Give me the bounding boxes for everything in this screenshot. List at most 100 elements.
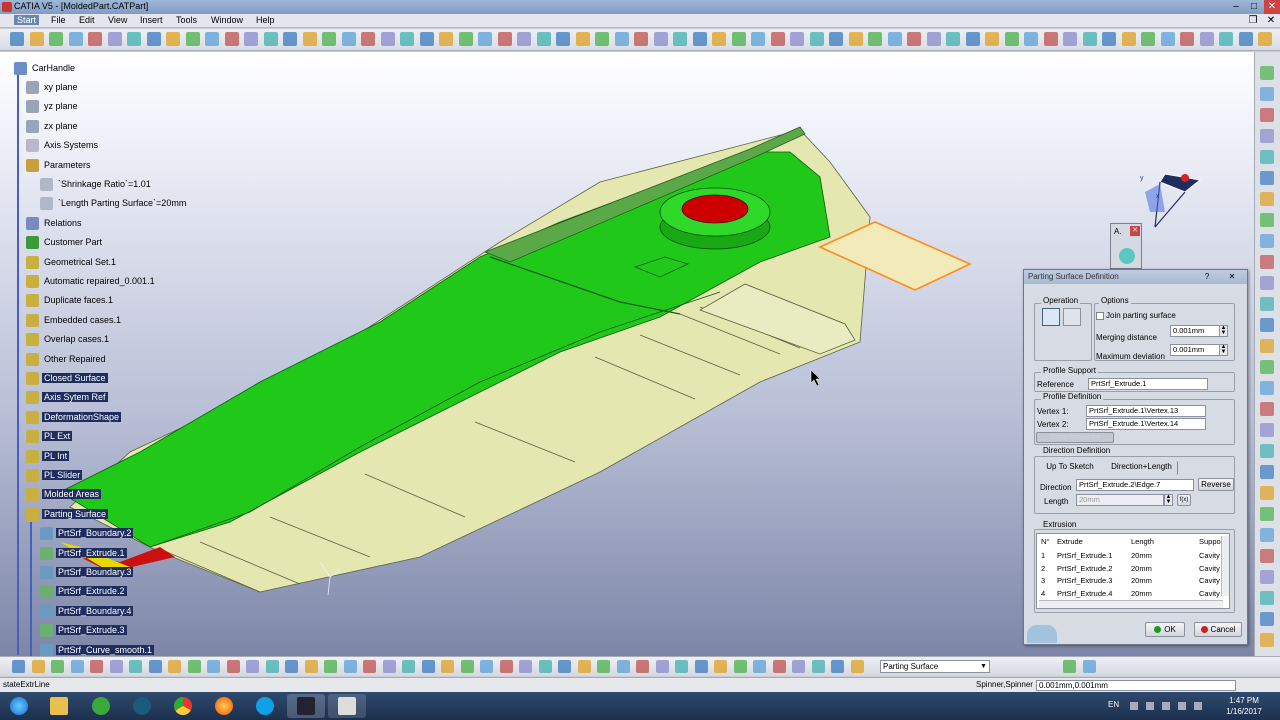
- toolbar-tool-icon[interactable]: [1260, 381, 1274, 395]
- toolbar-tool-icon[interactable]: [207, 660, 220, 673]
- toolbar-tool-icon[interactable]: [712, 32, 726, 46]
- table-cell[interactable]: 3: [1041, 576, 1045, 585]
- toolbar-tool-icon[interactable]: [946, 32, 960, 46]
- toolbar-tool-icon[interactable]: [303, 32, 317, 46]
- dialog-close-button[interactable]: ✕: [1224, 270, 1240, 284]
- toolbar-tool-icon[interactable]: [558, 660, 571, 673]
- toolbar-tool-icon[interactable]: [32, 660, 45, 673]
- toolbar-tool-icon[interactable]: [1024, 32, 1038, 46]
- toolbar-tool-icon[interactable]: [1063, 32, 1077, 46]
- toolbar-tool-icon[interactable]: [812, 660, 825, 673]
- toolbar-tool-icon[interactable]: [225, 32, 239, 46]
- toolbar-tool-icon[interactable]: [732, 32, 746, 46]
- toolbar-tool-icon[interactable]: [186, 32, 200, 46]
- toolbar-tool-icon[interactable]: [1260, 402, 1274, 416]
- mini-panel-close-icon[interactable]: ✕: [1130, 226, 1140, 236]
- table-cell[interactable]: Cavity: [1199, 564, 1220, 573]
- toolbar-tool-icon[interactable]: [868, 32, 882, 46]
- toolbar-tool-icon[interactable]: [1219, 32, 1233, 46]
- toolbar-tool-icon[interactable]: [966, 32, 980, 46]
- complementary-button[interactable]: Complementary: [1036, 432, 1114, 443]
- toolbar-tool-icon[interactable]: [617, 660, 630, 673]
- toolbar-tool-icon[interactable]: [1260, 612, 1274, 626]
- cancel-button[interactable]: Cancel: [1194, 622, 1242, 637]
- clock[interactable]: 1:47 PM 1/16/2017: [1222, 695, 1266, 717]
- toolbar-tool-icon[interactable]: [188, 660, 201, 673]
- volume-icon[interactable]: [1178, 702, 1186, 710]
- table-cell[interactable]: PrtSrf_Extrude.2: [1057, 564, 1112, 573]
- menu-window[interactable]: Window: [211, 15, 243, 25]
- max-deviation-spinner[interactable]: ▲ ▼: [1219, 344, 1228, 356]
- toolbar-tool-icon[interactable]: [12, 660, 25, 673]
- toolbar-tool-icon[interactable]: [1260, 591, 1274, 605]
- toolbar-tool-icon[interactable]: [1260, 276, 1274, 290]
- toolbar-tool-icon[interactable]: [498, 32, 512, 46]
- toolbar-tool-icon[interactable]: [1260, 549, 1274, 563]
- menu-view[interactable]: View: [108, 15, 127, 25]
- toolbar-tool-icon[interactable]: [1260, 129, 1274, 143]
- toolbar-tool-icon[interactable]: [459, 32, 473, 46]
- taskbar-catia[interactable]: [287, 694, 325, 718]
- toolbar-tool-icon[interactable]: [1260, 234, 1274, 248]
- toolbar-tool-icon[interactable]: [1260, 255, 1274, 269]
- toolbar-tool-icon[interactable]: [636, 660, 649, 673]
- toolbar-tool-icon[interactable]: [322, 32, 336, 46]
- taskbar-firefox[interactable]: [205, 694, 243, 718]
- table-cell[interactable]: 20mm: [1131, 589, 1152, 598]
- toolbar-tool-icon[interactable]: [831, 660, 844, 673]
- workbench-combo[interactable]: Parting Surface ▼: [880, 660, 990, 673]
- table-cell[interactable]: 4: [1041, 589, 1045, 598]
- windows-start-button[interactable]: [0, 694, 38, 718]
- toolbar-tool-icon[interactable]: [439, 32, 453, 46]
- toolbar-tool-icon[interactable]: [1260, 150, 1274, 164]
- toolbar-tool-icon[interactable]: [1260, 297, 1274, 311]
- mini-panel-tool-icon[interactable]: [1119, 248, 1135, 264]
- toolbar-tool-icon[interactable]: [363, 660, 376, 673]
- toolbar-tool-icon[interactable]: [907, 32, 921, 46]
- table-cell[interactable]: PrtSrf_Extrude.4: [1057, 589, 1112, 598]
- toolbar-tool-icon[interactable]: [753, 660, 766, 673]
- toolbar-tool-icon[interactable]: [1102, 32, 1116, 46]
- toolbar-tool-icon[interactable]: [422, 660, 435, 673]
- table-cell[interactable]: PrtSrf_Extrude.3: [1057, 576, 1112, 585]
- toolbar-tool-icon[interactable]: [324, 660, 337, 673]
- toolbar-tool-icon[interactable]: [441, 660, 454, 673]
- toolbar-tool-icon[interactable]: [344, 660, 357, 673]
- toolbar-tool-icon[interactable]: [1260, 339, 1274, 353]
- toolbar-tool-icon[interactable]: [342, 32, 356, 46]
- toolbar-tool-icon[interactable]: [127, 32, 141, 46]
- toolbar-tool-icon[interactable]: [305, 660, 318, 673]
- vertex1-input[interactable]: PrtSrf_Extrude.1\Vertex.13: [1086, 405, 1206, 417]
- operation-extrude-icon[interactable]: [1042, 308, 1060, 326]
- length-spinner[interactable]: ▲ ▼: [1164, 494, 1173, 506]
- tray-icon-2[interactable]: [1146, 702, 1154, 710]
- toolbar-tool-icon[interactable]: [149, 660, 162, 673]
- toolbar-tool-icon[interactable]: [1083, 32, 1097, 46]
- toolbar-tool-icon[interactable]: [1258, 32, 1272, 46]
- table-cell[interactable]: PrtSrf_Extrude.1: [1057, 551, 1112, 560]
- toolbar-tool-icon[interactable]: [1260, 570, 1274, 584]
- table-cell[interactable]: Cavity: [1199, 551, 1220, 560]
- table-cell[interactable]: 2: [1041, 564, 1045, 573]
- toolbar-tool-icon[interactable]: [1260, 360, 1274, 374]
- toolbar-tool-icon[interactable]: [792, 660, 805, 673]
- toolbar-tool-icon[interactable]: [1141, 32, 1155, 46]
- menu-tools[interactable]: Tools: [176, 15, 197, 25]
- toolbar-tool-icon[interactable]: [381, 32, 395, 46]
- table-horizontal-scrollbar[interactable]: [1039, 600, 1223, 608]
- toolbar-tool-icon[interactable]: [693, 32, 707, 46]
- tray-icon-1[interactable]: [1130, 702, 1138, 710]
- toolbar-tool-icon[interactable]: [420, 32, 434, 46]
- toolbar-tool-icon[interactable]: [517, 32, 531, 46]
- toolbar-tool-icon[interactable]: [888, 32, 902, 46]
- toolbar-tool-icon[interactable]: [578, 660, 591, 673]
- toolbar-tool-icon[interactable]: [539, 660, 552, 673]
- menu-start[interactable]: Start: [14, 15, 40, 25]
- table-cell[interactable]: Cavity: [1199, 589, 1220, 598]
- chevron-down-icon[interactable]: ▼: [979, 662, 988, 671]
- vertex2-input[interactable]: PrtSrf_Extrude.1\Vertex.14: [1086, 418, 1206, 430]
- table-cell[interactable]: 1: [1041, 551, 1045, 560]
- toolbar-tool-icon[interactable]: [927, 32, 941, 46]
- system-tray[interactable]: [1130, 700, 1210, 712]
- toolbar-tool-icon[interactable]: [51, 660, 64, 673]
